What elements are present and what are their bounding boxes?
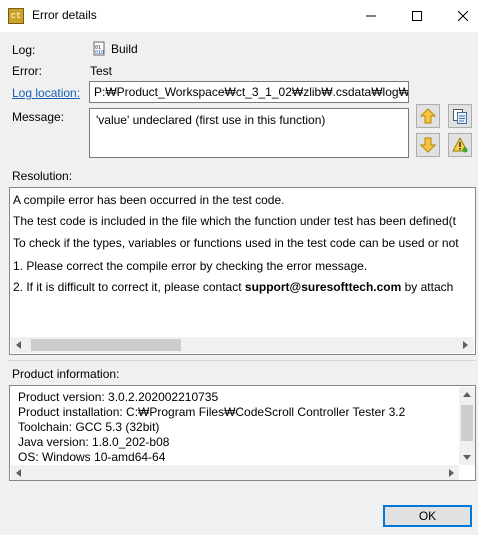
background-strip [0, 535, 486, 543]
scroll-right-icon[interactable] [447, 469, 455, 477]
resolution-line-1: A compile error has been occurred in the… [13, 193, 285, 207]
scroll-left-icon[interactable] [15, 341, 23, 349]
resolution-scroll-thumb[interactable] [31, 339, 181, 351]
log-value: Build [111, 42, 138, 56]
toolchain: Toolchain: GCC 5.3 (32bit) [18, 420, 160, 434]
resolution-label: Resolution: [12, 169, 73, 183]
arrow-down-icon [420, 137, 436, 153]
scroll-left-icon[interactable] [15, 469, 23, 477]
scroll-down-icon[interactable] [463, 453, 471, 461]
app-icon: ct [8, 8, 24, 24]
log-location-field[interactable]: P:₩Product_Workspace₩ct_3_1_02₩zlib₩.csd… [89, 81, 409, 103]
message-label: Message: [12, 110, 65, 124]
warning-filter-button[interactable] [448, 133, 472, 157]
minimize-button[interactable] [348, 0, 394, 32]
window-title: Error details [32, 8, 97, 22]
copy-button[interactable] [448, 104, 472, 128]
close-icon [458, 11, 468, 21]
resolution-line-3: To check if the types, variables or func… [13, 236, 459, 250]
arrow-up-icon [420, 108, 436, 124]
resolution-line-5: 2. If it is difficult to correct it, ple… [13, 280, 453, 294]
maximize-icon [412, 11, 422, 21]
os-info: OS: Windows 10-amd64-64 [18, 450, 166, 464]
log-label: Log: [12, 43, 36, 57]
java-version: Java version: 1.8.0_202-b08 [18, 435, 170, 449]
resolution-line-4: 1. Please correct the compile error by c… [13, 259, 368, 273]
product-info-panel[interactable]: Product version: 3.0.2.202002210735 Prod… [9, 385, 476, 481]
error-label: Error: [12, 64, 42, 78]
scroll-right-icon[interactable] [461, 341, 469, 349]
binary-file-icon: 01 010 [92, 41, 108, 57]
warning-triangle-icon [452, 137, 468, 153]
product-info-label: Product information: [12, 367, 120, 381]
title-bar: ct Error details [0, 0, 486, 32]
resolution-line-5-tail: by attach [401, 280, 454, 294]
close-button[interactable] [440, 0, 486, 32]
background-strip [478, 32, 486, 543]
minimize-icon [366, 15, 376, 17]
svg-text:010: 010 [95, 50, 104, 56]
product-vertical-scrollbar[interactable] [459, 387, 475, 465]
error-details-dialog: ct Error details Log: 01 010 Build Error:… [0, 0, 486, 543]
message-field[interactable]: 'value' undeclared (first use in this fu… [89, 108, 409, 158]
copy-icon [453, 109, 467, 124]
next-button[interactable] [416, 133, 440, 157]
maximize-button[interactable] [394, 0, 440, 32]
scroll-up-icon[interactable] [463, 391, 471, 399]
product-scroll-thumb[interactable] [461, 405, 473, 441]
resolution-line-5-text: 2. If it is difficult to correct it, ple… [13, 280, 245, 294]
product-horizontal-scrollbar[interactable] [11, 465, 459, 480]
resolution-panel[interactable]: A compile error has been occurred in the… [9, 187, 476, 355]
product-installation: Product installation: C:₩Program Files₩C… [18, 405, 406, 419]
section-separator [8, 360, 476, 361]
previous-button[interactable] [416, 104, 440, 128]
support-email-link[interactable]: support@suresofttech.com [245, 280, 401, 294]
resolution-line-2: The test code is included in the file wh… [13, 214, 456, 228]
ok-button[interactable]: OK [383, 505, 472, 527]
error-value: Test [90, 64, 113, 78]
product-version: Product version: 3.0.2.202002210735 [18, 390, 219, 404]
log-location-link[interactable]: Log location: [12, 86, 80, 100]
resolution-horizontal-scrollbar[interactable] [11, 337, 474, 353]
